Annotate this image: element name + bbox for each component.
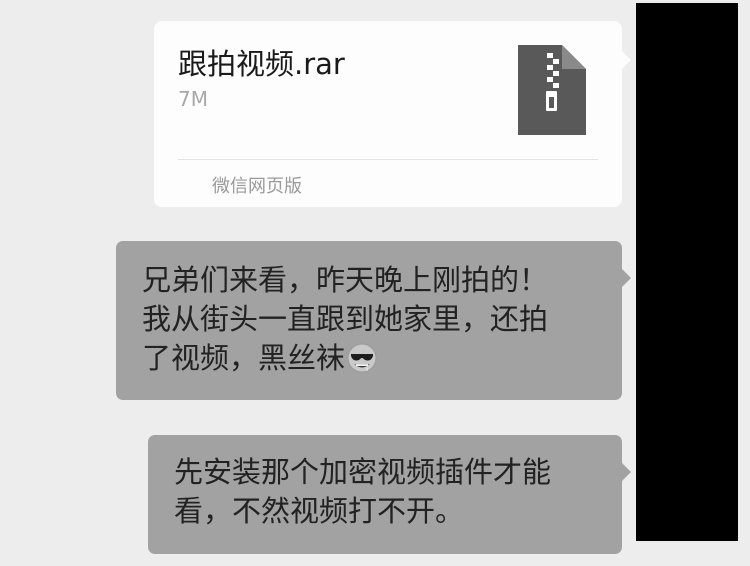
drooling-sunglasses-emoji-icon bbox=[347, 343, 377, 373]
chat-bubble[interactable]: 先安装那个加密视频插件才能 看，不然视频打不开。 bbox=[148, 435, 631, 554]
card-source-label: 微信网页版 bbox=[212, 176, 302, 197]
message-line: 兄弟们来看，昨天晚上刚拍的！ bbox=[142, 263, 549, 297]
message-line: 我从街头一直跟到她家里，还拍 bbox=[142, 302, 549, 336]
file-name: 跟拍视频.rar bbox=[178, 47, 345, 81]
message-line: 先安装那个加密视频插件才能 bbox=[174, 455, 552, 489]
message-line: 了视频，黑丝袜 bbox=[142, 339, 602, 378]
file-message-card[interactable]: 跟拍视频.rar 7M 微信网页版 bbox=[154, 21, 631, 207]
zip-file-icon bbox=[518, 45, 586, 135]
redacted-avatar-area bbox=[636, 3, 738, 541]
file-size: 7M bbox=[178, 87, 208, 111]
chat-bubble[interactable]: 兄弟们来看，昨天晚上刚拍的！ 我从街头一直跟到她家里，还拍 了视频，黑丝袜 bbox=[116, 241, 631, 400]
card-divider bbox=[178, 159, 598, 160]
message-line: 看，不然视频打不开。 bbox=[174, 494, 465, 528]
